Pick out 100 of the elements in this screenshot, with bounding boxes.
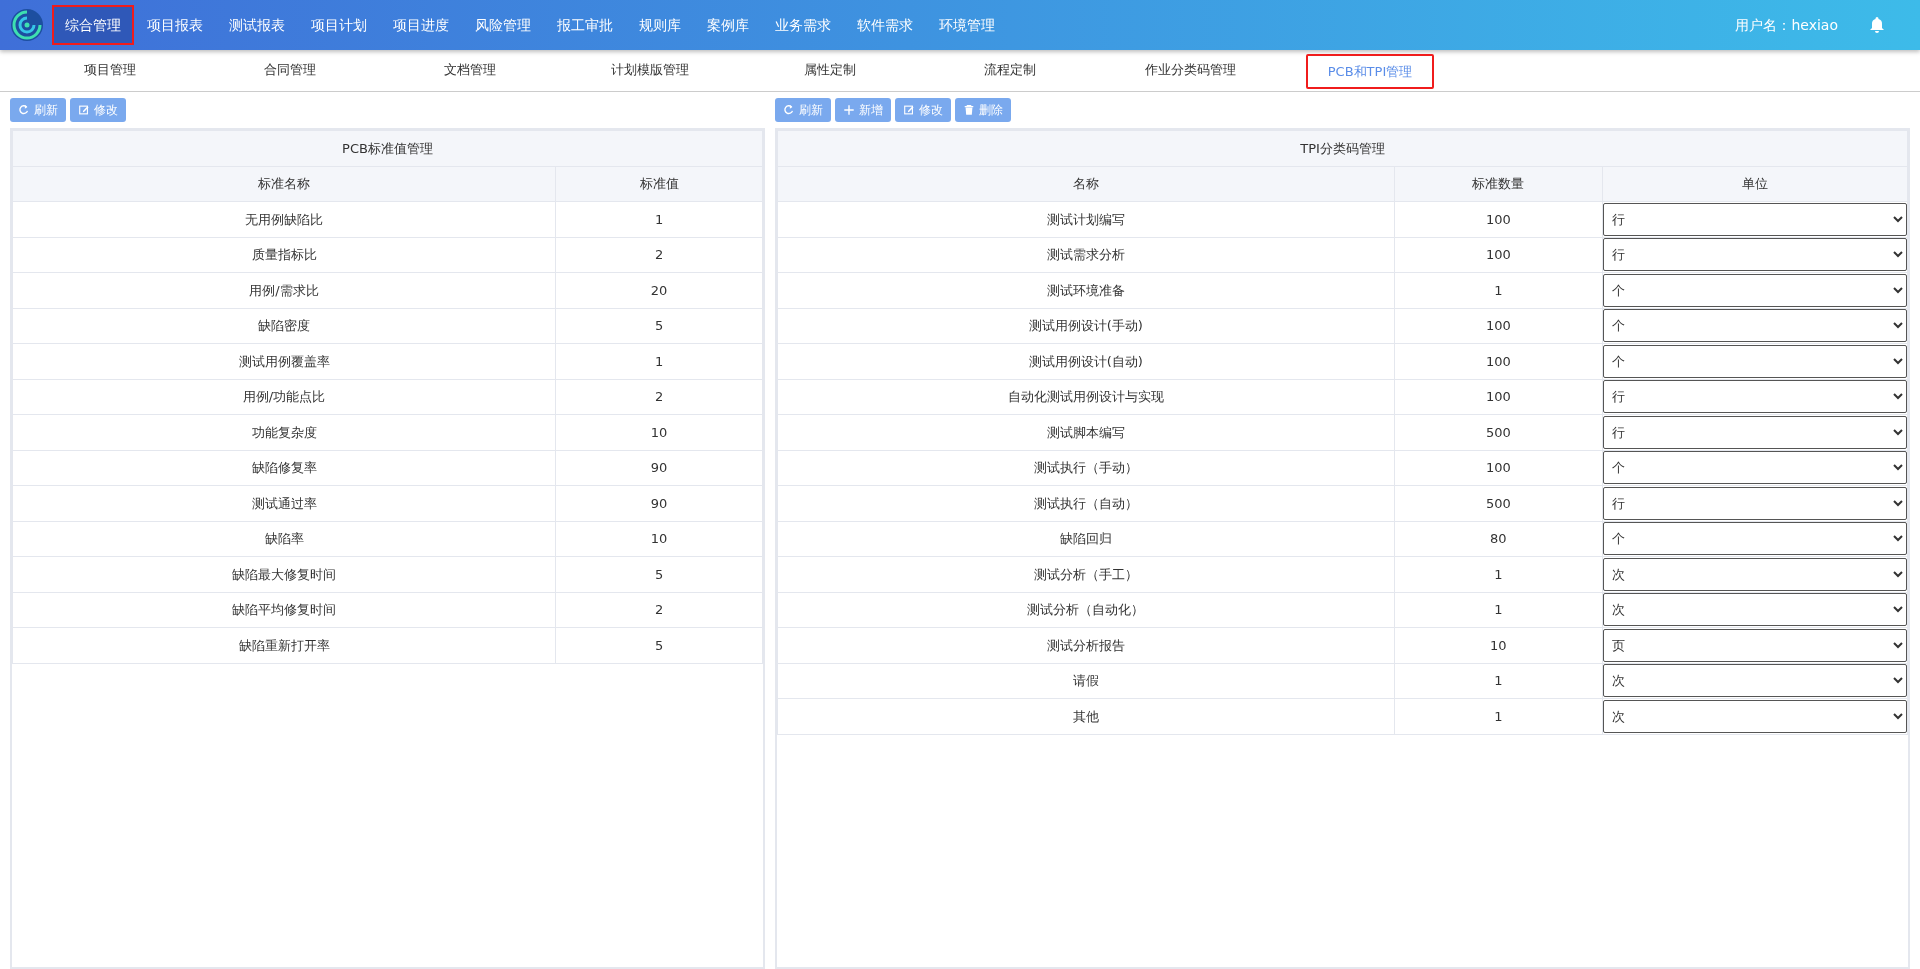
notification-bell-icon[interactable] — [1868, 16, 1886, 34]
table-cell: 1 — [1394, 592, 1603, 628]
table-cell: 缺陷回归 — [777, 521, 1395, 557]
table-cell: 1 — [1394, 663, 1603, 699]
unit-select[interactable]: 行 — [1602, 202, 1907, 236]
table-cell: 质量指标比 — [12, 237, 556, 273]
sub-tab[interactable]: 流程定制 — [920, 50, 1100, 91]
table-cell: 缺陷平均修复时间 — [12, 592, 556, 628]
table-cell: 测试脚本编写 — [777, 414, 1395, 450]
table-cell: 100 — [1394, 450, 1603, 486]
table-cell: 测试用例覆盖率 — [12, 343, 556, 379]
logo-icon — [10, 8, 44, 42]
unit-select[interactable]: 个 — [1602, 451, 1907, 485]
table-cell: 测试分析（自动化） — [777, 592, 1395, 628]
table-cell: 其他 — [777, 698, 1395, 734]
table-cell: 功能复杂度 — [12, 414, 556, 450]
unit-select[interactable]: 次 — [1602, 699, 1907, 733]
unit-select[interactable]: 个 — [1602, 309, 1907, 343]
unit-select[interactable]: 个 — [1602, 344, 1907, 378]
unit-select[interactable]: 次 — [1602, 664, 1907, 698]
table-cell: 1 — [555, 201, 763, 237]
unit-select[interactable]: 页 — [1602, 628, 1907, 662]
nav-tab[interactable]: 规则库 — [626, 5, 694, 45]
unit-select[interactable]: 个 — [1602, 273, 1907, 307]
table-cell: 测试需求分析 — [777, 237, 1395, 273]
table-cell: 5 — [555, 627, 763, 663]
table-cell: 90 — [555, 450, 763, 486]
table-cell: 测试用例设计(手动) — [777, 308, 1395, 344]
table-cell: 请假 — [777, 663, 1395, 699]
table-cell: 1 — [1394, 698, 1603, 734]
sub-tab[interactable]: 文档管理 — [380, 50, 560, 91]
table-cell: 测试环境准备 — [777, 272, 1395, 308]
table-cell: 缺陷率 — [12, 521, 556, 557]
column-header: 单位 — [1602, 166, 1908, 202]
table-cell: 测试分析报告 — [777, 627, 1395, 663]
table-cell: 5 — [555, 308, 763, 344]
table-cell: 缺陷密度 — [12, 308, 556, 344]
table-cell: 100 — [1394, 201, 1603, 237]
table-cell: 2 — [555, 379, 763, 415]
table-cell: 测试计划编写 — [777, 201, 1395, 237]
sub-tab[interactable]: 作业分类码管理 — [1100, 50, 1280, 91]
plus-icon — [843, 104, 855, 116]
table-cell: 测试通过率 — [12, 485, 556, 521]
table-cell: 无用例缺陷比 — [12, 201, 556, 237]
table-cell: 5 — [555, 556, 763, 592]
nav-tab[interactable]: 综合管理 — [52, 5, 134, 45]
table-cell: 500 — [1394, 485, 1603, 521]
nav-tab[interactable]: 报工审批 — [544, 5, 626, 45]
unit-select[interactable]: 行 — [1602, 238, 1907, 272]
table-cell: 自动化测试用例设计与实现 — [777, 379, 1395, 415]
edit-icon — [903, 104, 915, 116]
unit-select[interactable]: 次 — [1602, 557, 1907, 591]
table-cell: 测试分析（手工） — [777, 556, 1395, 592]
unit-select[interactable]: 个 — [1602, 522, 1907, 556]
table-cell: 用例/需求比 — [12, 272, 556, 308]
table-cell: 10 — [555, 414, 763, 450]
table-cell: 500 — [1394, 414, 1603, 450]
unit-select[interactable]: 行 — [1602, 415, 1907, 449]
sub-tab[interactable]: 项目管理 — [20, 50, 200, 91]
table-title: TPI分类码管理 — [777, 130, 1908, 166]
trash-icon — [963, 104, 975, 116]
refresh-icon — [783, 104, 795, 116]
table-cell: 缺陷重新打开率 — [12, 627, 556, 663]
edit-icon — [78, 104, 90, 116]
sub-tab[interactable]: 属性定制 — [740, 50, 920, 91]
table-cell: 90 — [555, 485, 763, 521]
sub-tab[interactable]: 计划模版管理 — [560, 50, 740, 91]
nav-tab[interactable]: 项目进度 — [380, 5, 462, 45]
unit-select[interactable]: 行 — [1602, 486, 1907, 520]
nav-tab[interactable]: 项目计划 — [298, 5, 380, 45]
table-cell: 用例/功能点比 — [12, 379, 556, 415]
refresh-icon — [18, 104, 30, 116]
table-cell: 100 — [1394, 237, 1603, 273]
column-header: 标准数量 — [1394, 166, 1603, 202]
table-cell: 80 — [1394, 521, 1603, 557]
table-cell: 1 — [1394, 556, 1603, 592]
table-cell: 100 — [1394, 379, 1603, 415]
table-cell: 2 — [555, 592, 763, 628]
sub-tab[interactable]: 合同管理 — [200, 50, 380, 91]
column-header: 标准名称 — [12, 166, 556, 202]
table-cell: 100 — [1394, 308, 1603, 344]
table-cell: 缺陷修复率 — [12, 450, 556, 486]
unit-select[interactable]: 行 — [1602, 380, 1907, 414]
nav-tab[interactable]: 风险管理 — [462, 5, 544, 45]
table-cell: 20 — [555, 272, 763, 308]
table-cell: 10 — [555, 521, 763, 557]
column-header: 名称 — [777, 166, 1395, 202]
username-label: 用户名：hexiao — [1735, 15, 1838, 35]
table-cell: 1 — [555, 343, 763, 379]
nav-tab[interactable]: 项目报表 — [134, 5, 216, 45]
unit-select[interactable]: 次 — [1602, 593, 1907, 627]
table-cell: 测试执行（手动） — [777, 450, 1395, 486]
column-header: 标准值 — [555, 166, 763, 202]
table-cell: 10 — [1394, 627, 1603, 663]
table-cell: 100 — [1394, 343, 1603, 379]
nav-tab[interactable]: 测试报表 — [216, 5, 298, 45]
table-cell: 测试用例设计(自动) — [777, 343, 1395, 379]
table-cell: 测试执行（自动） — [777, 485, 1395, 521]
table-title: PCB标准值管理 — [12, 130, 763, 166]
table-cell: 2 — [555, 237, 763, 273]
